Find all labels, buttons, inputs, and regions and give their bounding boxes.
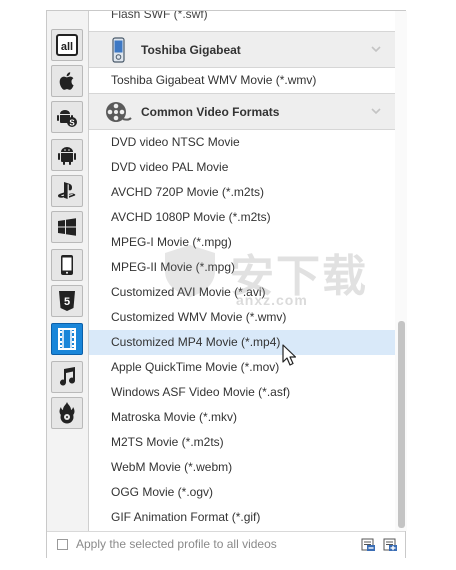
category-all-button[interactable]: all xyxy=(51,29,83,61)
add-profile-icon[interactable] xyxy=(383,537,398,552)
category-sidebar: all S 5 xyxy=(47,11,89,531)
svg-text:5: 5 xyxy=(64,296,70,308)
vertical-scrollbar[interactable] xyxy=(395,11,407,531)
list-item-flash-swf[interactable]: Flash SWF (*.swf) xyxy=(89,11,395,27)
group-header-common-video[interactable]: Common Video Formats xyxy=(89,93,395,130)
music-icon xyxy=(60,367,76,386)
list-item[interactable]: MPEG-II Movie (*.mpg) xyxy=(89,255,395,280)
apply-all-label[interactable]: Apply the selected profile to all videos xyxy=(76,537,277,551)
list-item[interactable]: WebM Movie (*.webm) xyxy=(89,455,395,480)
html5-icon: 5 xyxy=(59,291,75,311)
list-item[interactable]: GIF Animation Format (*.gif) xyxy=(89,505,395,530)
svg-text:S: S xyxy=(69,119,75,128)
apply-all-checkbox[interactable] xyxy=(57,539,68,550)
list-item[interactable]: Toshiba Gigabeat WMV Movie (*.wmv) xyxy=(89,68,395,93)
group-title-toshiba: Toshiba Gigabeat xyxy=(141,43,241,57)
apple-icon xyxy=(59,72,74,90)
category-apple-button[interactable] xyxy=(51,65,83,97)
category-html5-button[interactable]: 5 xyxy=(51,285,83,317)
list-item[interactable]: DVD video NTSC Movie xyxy=(89,130,395,155)
list-item[interactable]: OGG Movie (*.ogv) xyxy=(89,480,395,505)
profile-list: Flash SWF (*.swf) Toshiba Gigabeat Toshi… xyxy=(89,11,395,531)
category-phone-button[interactable] xyxy=(51,249,83,281)
mouse-cursor-icon xyxy=(282,344,296,366)
category-android-button[interactable] xyxy=(51,139,83,171)
category-windows-button[interactable] xyxy=(51,211,83,243)
phone-icon xyxy=(61,255,73,275)
android-s-icon: S xyxy=(57,110,77,128)
android-icon xyxy=(58,147,76,165)
list-item[interactable]: AVCHD 1080P Movie (*.m2ts) xyxy=(89,205,395,230)
svg-text:all: all xyxy=(61,41,73,53)
group-title-common-video: Common Video Formats xyxy=(141,105,280,119)
category-flash-button[interactable] xyxy=(51,397,83,429)
playstation-icon xyxy=(58,182,76,199)
gigabeat-device-icon xyxy=(112,37,125,63)
list-item[interactable]: Apple QuickTime Movie (*.mov) xyxy=(89,355,395,380)
remove-profile-icon[interactable] xyxy=(361,537,376,552)
list-item[interactable]: Customized AVI Movie (*.avi) xyxy=(89,280,395,305)
category-music-button[interactable] xyxy=(51,361,83,393)
list-item[interactable]: M2TS Movie (*.m2ts) xyxy=(89,430,395,455)
film-icon xyxy=(58,328,76,350)
category-video-button[interactable] xyxy=(51,323,83,355)
footer-bar: Apply the selected profile to all videos xyxy=(47,531,405,558)
group-header-toshiba[interactable]: Toshiba Gigabeat xyxy=(89,31,395,68)
film-reel-icon xyxy=(106,102,132,122)
list-item[interactable]: Customized WMV Movie (*.wmv) xyxy=(89,305,395,330)
list-item[interactable]: MPEG-I Movie (*.mpg) xyxy=(89,230,395,255)
list-item[interactable]: Matroska Movie (*.mkv) xyxy=(89,405,395,430)
profile-panel: all S 5 Flash SWF (*.swf) Toshiba Gigabe… xyxy=(46,10,407,558)
flame-disc-icon xyxy=(59,402,75,424)
category-android-s-button[interactable]: S xyxy=(51,101,83,133)
list-item[interactable]: Windows ASF Video Movie (*.asf) xyxy=(89,380,395,405)
chevron-down-icon xyxy=(371,46,381,53)
list-item[interactable]: DVD video PAL Movie xyxy=(89,155,395,180)
list-item[interactable]: AVCHD 720P Movie (*.m2ts) xyxy=(89,180,395,205)
all-icon: all xyxy=(56,34,78,56)
windows-icon xyxy=(58,218,76,236)
scrollbar-thumb[interactable] xyxy=(398,321,405,528)
category-playstation-button[interactable] xyxy=(51,175,83,207)
chevron-down-icon xyxy=(371,108,381,115)
list-item-selected[interactable]: Customized MP4 Movie (*.mp4) xyxy=(89,330,395,355)
